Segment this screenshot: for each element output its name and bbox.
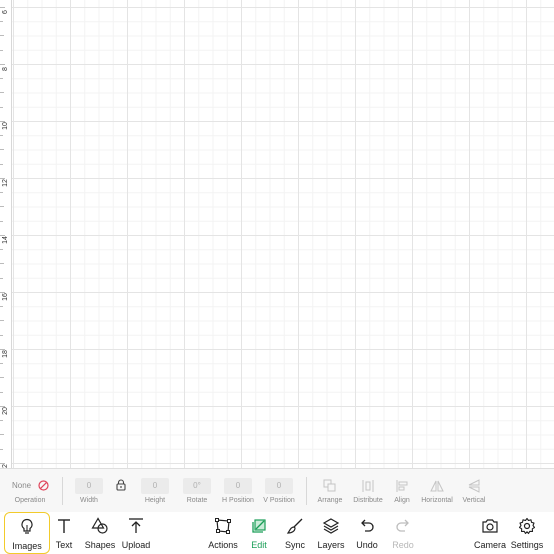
- operation-label: Operation: [14, 497, 46, 504]
- h-position-input[interactable]: 0: [224, 478, 252, 494]
- lock-aspect-control[interactable]: [112, 469, 130, 513]
- text-label: Text: [55, 540, 73, 550]
- layers-button[interactable]: Layers: [314, 512, 348, 554]
- images-button[interactable]: Images: [4, 512, 50, 554]
- arrange-label: Arrange: [317, 497, 343, 504]
- height-input[interactable]: 0: [141, 478, 169, 494]
- shapes-button[interactable]: Shapes: [82, 512, 118, 554]
- images-label: Images: [12, 541, 42, 551]
- rotate-label: Rotate: [186, 497, 208, 504]
- ruler-label: 16: [2, 293, 9, 301]
- align-label: Align: [394, 497, 410, 504]
- distribute-control[interactable]: Distribute: [350, 469, 386, 513]
- width-control[interactable]: 0 Width: [70, 469, 108, 513]
- v-position-control[interactable]: 0 V Position: [258, 469, 300, 513]
- ruler-label: 20: [2, 407, 9, 415]
- ruler-label: 6: [2, 10, 9, 14]
- ruler-label: 2: [2, 464, 9, 468]
- divider: [62, 477, 63, 505]
- height-control[interactable]: 0 Height: [136, 469, 174, 513]
- actions-icon: [215, 518, 231, 534]
- design-canvas[interactable]: 6 8 10 12 14 16 18 20 2: [0, 0, 554, 468]
- undo-button[interactable]: Undo: [352, 512, 382, 554]
- width-label: Width: [80, 497, 98, 504]
- flip-vertical-icon: [468, 479, 480, 493]
- no-operation-icon: [38, 480, 49, 491]
- redo-button[interactable]: Redo: [388, 512, 418, 554]
- redo-label: Redo: [392, 540, 414, 550]
- camera-button[interactable]: Camera: [472, 512, 508, 554]
- text-button[interactable]: Text: [50, 512, 78, 554]
- operation-control[interactable]: None Operation: [4, 469, 56, 513]
- vertical-label: Vertical: [462, 497, 486, 504]
- redo-icon: [396, 519, 409, 532]
- rotate-input[interactable]: 0°: [183, 478, 211, 494]
- upload-button[interactable]: Upload: [118, 512, 154, 554]
- sync-brush-icon: [286, 518, 303, 534]
- gear-icon: [518, 517, 536, 535]
- arrange-icon: [323, 479, 336, 492]
- width-input[interactable]: 0: [75, 478, 103, 494]
- text-icon: [58, 519, 70, 533]
- shapes-icon: [91, 517, 108, 534]
- horizontal-label: Horizontal: [421, 497, 453, 504]
- distribute-icon: [362, 480, 374, 492]
- distribute-label: Distribute: [353, 497, 383, 504]
- upload-icon: [129, 518, 143, 533]
- settings-label: Settings: [510, 540, 544, 550]
- divider: [306, 477, 307, 505]
- camera-icon: [482, 519, 498, 533]
- layers-icon: [322, 518, 340, 534]
- align-control[interactable]: Align: [388, 469, 416, 513]
- edit-button[interactable]: Edit: [244, 512, 274, 554]
- actions-label: Actions: [208, 540, 238, 550]
- actions-button[interactable]: Actions: [204, 512, 242, 554]
- undo-label: Undo: [356, 540, 378, 550]
- shapes-label: Shapes: [84, 540, 116, 550]
- lock-icon[interactable]: [116, 479, 126, 491]
- ruler-label: 14: [2, 236, 9, 244]
- arrange-control[interactable]: Arrange: [312, 469, 348, 513]
- edit-icon: [252, 519, 266, 533]
- ruler-label: 8: [2, 67, 9, 71]
- edit-label: Edit: [251, 540, 267, 550]
- rotate-control[interactable]: 0° Rotate: [178, 469, 216, 513]
- h-position-label: H Position: [222, 497, 254, 504]
- flip-horizontal-control[interactable]: Horizontal: [418, 469, 456, 513]
- ruler-label: 18: [2, 350, 9, 358]
- settings-button[interactable]: Settings: [508, 512, 546, 554]
- v-position-input[interactable]: 0: [265, 478, 293, 494]
- flip-vertical-control[interactable]: Vertical: [458, 469, 490, 513]
- bottom-toolbar: Images Text Shapes Upload Actions Edit S…: [0, 512, 554, 554]
- flip-horizontal-icon: [430, 480, 444, 492]
- operation-value: None: [12, 481, 32, 490]
- height-label: Height: [144, 497, 166, 504]
- camera-label: Camera: [473, 540, 506, 550]
- sync-label: Sync: [284, 540, 305, 550]
- ruler-label: 12: [2, 179, 9, 187]
- vertical-ruler: 6 8 10 12 14 16 18 20 2: [0, 0, 12, 468]
- lightbulb-icon: [21, 518, 33, 534]
- v-position-label: V Position: [263, 497, 295, 504]
- h-position-control[interactable]: 0 H Position: [218, 469, 258, 513]
- properties-bar: None Operation 0 Width 0 Height 0° Rotat…: [0, 468, 554, 514]
- undo-icon: [361, 519, 374, 532]
- ruler-label: 10: [2, 122, 9, 130]
- upload-label: Upload: [121, 540, 151, 550]
- sync-button[interactable]: Sync: [278, 512, 312, 554]
- layers-label: Layers: [317, 540, 345, 550]
- align-icon: [396, 480, 408, 492]
